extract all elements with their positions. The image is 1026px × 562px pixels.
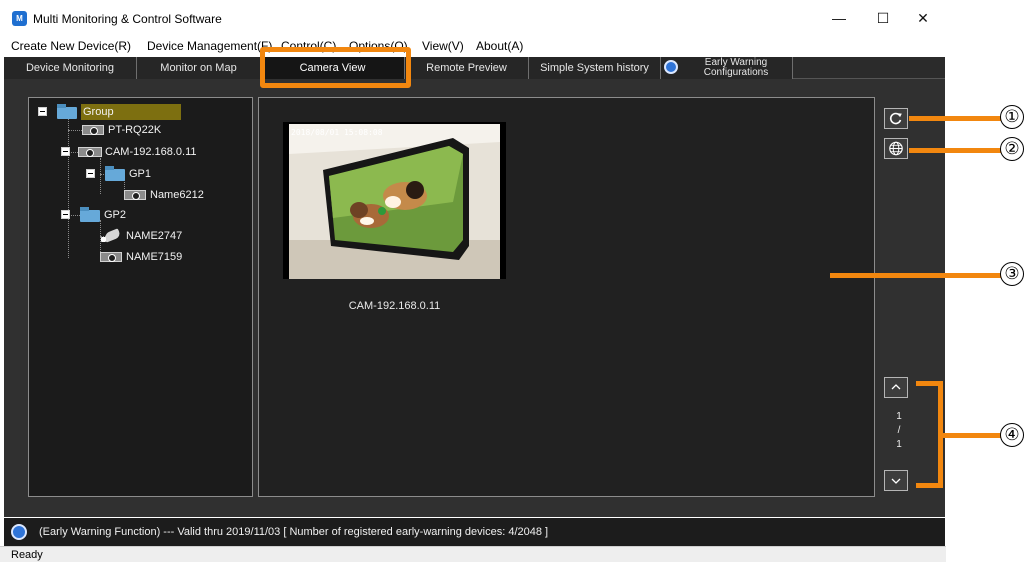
status-bar: Ready xyxy=(0,546,946,562)
camera-name-label: CAM-192.168.0.11 xyxy=(348,300,441,312)
tree-item-label: Group xyxy=(81,104,181,120)
tree-item-device[interactable]: PT-RQ22K xyxy=(82,122,232,138)
folder-icon xyxy=(57,104,77,119)
tab-remote-preview[interactable]: Remote Preview xyxy=(405,57,529,79)
callout-bracket-bottom xyxy=(916,483,943,488)
projector-icon xyxy=(82,125,104,135)
collapse-icon[interactable] xyxy=(61,210,70,219)
early-warning-status-strip: (Early Warning Function) --- Valid thru … xyxy=(4,518,945,546)
early-warning-icon xyxy=(664,60,678,74)
collapse-icon[interactable] xyxy=(86,169,95,178)
tree-item-label: PT-RQ22K xyxy=(108,124,162,136)
folder-icon xyxy=(80,207,100,222)
tree-item-label: NAME2747 xyxy=(126,230,183,242)
callout-line-3 xyxy=(830,273,1003,278)
callout-2: ② xyxy=(1000,137,1024,161)
menu-bar: Create New Device(R) Device Management(F… xyxy=(0,36,946,56)
tree-item-group[interactable]: GP2 xyxy=(61,207,181,223)
status-ready-text: Ready xyxy=(11,549,43,561)
collapse-icon[interactable] xyxy=(61,147,70,156)
projector-icon xyxy=(100,252,122,262)
early-warning-status-text: (Early Warning Function) --- Valid thru … xyxy=(39,526,549,538)
tree-item-label: NAME7159 xyxy=(126,251,183,263)
callout-line-2 xyxy=(909,148,1003,153)
tab-early-warning-line2: Configurations xyxy=(703,67,769,78)
page-down-button[interactable] xyxy=(884,470,908,491)
tree-item-label: Name6212 xyxy=(150,189,204,201)
tab-monitor-on-map[interactable]: Monitor on Map xyxy=(137,57,261,79)
web-browser-button[interactable] xyxy=(884,138,908,159)
page-separator: / xyxy=(897,425,901,436)
osd-timestamp: 2018/08/01 15:08:08 xyxy=(291,128,383,137)
callout-3: ③ xyxy=(1000,262,1024,286)
tab-simple-system-history[interactable]: Simple System history xyxy=(529,57,661,79)
menu-about[interactable]: About(A) xyxy=(476,39,523,53)
chevron-up-icon xyxy=(891,384,901,390)
folder-icon xyxy=(105,166,125,181)
camera-icon xyxy=(78,147,102,157)
tree-item-device[interactable]: NAME2747 xyxy=(100,228,220,244)
minimize-button[interactable]: — xyxy=(817,6,861,30)
menu-view[interactable]: View(V) xyxy=(422,39,464,53)
tree-line xyxy=(68,113,69,258)
tab-early-warning-configurations[interactable]: Early Warning Configurations xyxy=(661,57,793,79)
dome-camera-icon xyxy=(100,229,122,243)
collapse-icon[interactable] xyxy=(38,107,47,116)
tree-item-label: GP2 xyxy=(104,209,127,221)
tree-item-label: GP1 xyxy=(129,168,152,180)
menu-create-new-device[interactable]: Create New Device(R) xyxy=(11,39,131,53)
callout-1: ① xyxy=(1000,105,1024,129)
tree-item-label: CAM-192.168.0.11 xyxy=(105,146,197,158)
tree-item-group[interactable]: GP1 xyxy=(86,166,206,182)
tree-item-group[interactable]: Group xyxy=(38,104,253,120)
maximize-button[interactable]: ☐ xyxy=(861,6,905,30)
title-bar: M Multi Monitoring & Control Software — … xyxy=(0,0,946,36)
refresh-button[interactable] xyxy=(884,108,908,129)
window-title: Multi Monitoring & Control Software xyxy=(33,12,222,26)
page-current: 1 xyxy=(896,411,902,422)
tree-item-device[interactable]: NAME7159 xyxy=(100,249,220,265)
tree-item-device[interactable]: Name6212 xyxy=(124,187,244,203)
app-logo-icon: M xyxy=(12,11,27,26)
app-window: M Multi Monitoring & Control Software — … xyxy=(0,0,1026,562)
callout-line-4 xyxy=(938,433,1003,438)
globe-icon xyxy=(889,141,903,156)
projector-icon xyxy=(124,190,146,200)
callout-4: ④ xyxy=(1000,423,1024,447)
callout-line-1 xyxy=(909,116,1003,121)
menu-device-management[interactable]: Device Management(F) xyxy=(147,39,272,53)
camera-image xyxy=(283,122,506,279)
page-up-button[interactable] xyxy=(884,377,908,398)
tab-bar: Device Monitoring Monitor on Map Camera … xyxy=(4,57,945,79)
camera-thumbnail[interactable]: 2018/08/01 15:08:08 xyxy=(283,122,506,279)
chevron-down-icon xyxy=(891,478,901,484)
early-warning-icon xyxy=(11,524,27,540)
close-button[interactable]: ✕ xyxy=(901,6,945,30)
tree-item-device[interactable]: CAM-192.168.0.11 xyxy=(61,144,241,160)
callout-highlight-camera-view-tab xyxy=(260,47,411,88)
page-total: 1 xyxy=(896,439,902,450)
tab-device-monitoring[interactable]: Device Monitoring xyxy=(4,57,137,79)
refresh-icon xyxy=(889,112,902,125)
